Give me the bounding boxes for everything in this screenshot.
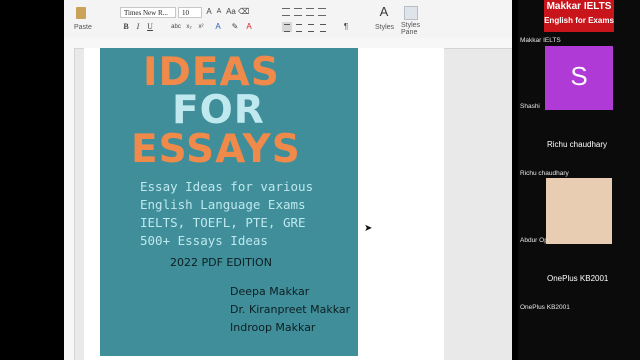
styles-pane-label: Styles Pane — [401, 22, 421, 36]
subtitle-line-2: English Language Exams — [140, 197, 306, 212]
superscript-button[interactable]: x² — [196, 22, 206, 32]
participant-name: Richu chaudhary — [520, 170, 569, 177]
participant-name: Abdur Op — [520, 237, 548, 244]
subtitle-line-1: Essay Ideas for various — [140, 179, 314, 194]
font-name-dropdown[interactable]: Times New R... — [120, 7, 176, 18]
participant-center-name: OnePlus KB2001 — [547, 274, 609, 283]
styles-label: Styles — [375, 24, 395, 31]
list-buttons-group[interactable] — [282, 6, 332, 16]
change-case-icon[interactable]: Aa — [226, 7, 236, 17]
participant-name: OnePlus KB2001 — [520, 304, 570, 311]
participant-name: Shashi — [520, 103, 540, 110]
document-page[interactable]: IDEAS FOR ESSAYS Essay Ideas for various… — [84, 48, 444, 360]
participant-tile[interactable]: S Shashi — [518, 46, 640, 112]
participant-tile[interactable]: Abdur Op — [518, 178, 640, 246]
subtitle-line-3: IELTS, TOEFL, PTE, GRE — [140, 215, 306, 230]
font-color-icon[interactable]: A — [244, 22, 254, 32]
italic-button[interactable]: I — [134, 22, 142, 32]
ribbon-toolbar: Paste Times New R... 10 A A Aa ⌫ B I U a… — [64, 0, 512, 39]
paragraph-mark-icon[interactable]: ¶ — [342, 22, 350, 32]
paste-label: Paste — [74, 24, 92, 31]
participant-tile[interactable]: Makkar IELTS English for Exams Makkar IE… — [518, 0, 640, 46]
edition-label: 2022 PDF EDITION — [170, 256, 272, 269]
mouse-cursor-icon: ➤ — [364, 223, 373, 234]
title-line-essays: ESSAYS — [131, 127, 301, 172]
vertical-ruler[interactable] — [64, 48, 75, 360]
grow-font-icon[interactable]: A — [204, 7, 214, 17]
alignment-buttons-group[interactable] — [282, 22, 338, 32]
avatar: S — [545, 46, 613, 110]
participant-tile[interactable]: OnePlus KB2001 OnePlus KB2001 — [518, 246, 640, 314]
text-effects-icon[interactable]: A — [212, 22, 224, 32]
underline-button[interactable]: U — [146, 22, 154, 32]
author-1: Deepa Makkar — [230, 285, 310, 298]
author-2: Dr. Kiranpreet Makkar — [230, 303, 351, 316]
participants-panel: Makkar IELTS English for Exams Makkar IE… — [518, 0, 640, 360]
highlight-icon[interactable]: ✎ — [230, 22, 240, 32]
author-3: Indroop Makkar — [230, 321, 316, 334]
styles-pane-icon[interactable] — [404, 6, 418, 20]
participant-tile[interactable]: Richu chaudhary Richu chaudhary — [518, 112, 640, 178]
participant-name: Makkar IELTS — [520, 37, 561, 44]
clear-format-icon[interactable]: ⌫ — [238, 7, 249, 17]
styles-icon[interactable]: A — [376, 5, 392, 19]
subtitle-line-4: 500+ Essays Ideas — [140, 233, 268, 248]
font-size-dropdown[interactable]: 10 — [178, 7, 202, 18]
subscript-button[interactable]: x₂ — [184, 22, 194, 32]
shrink-font-icon[interactable]: A — [214, 7, 224, 17]
word-window: Paste Times New R... 10 A A Aa ⌫ B I U a… — [64, 0, 512, 360]
paste-icon[interactable] — [76, 7, 86, 19]
strikethrough-button[interactable]: abc — [170, 22, 182, 32]
bold-button[interactable]: B — [122, 22, 130, 32]
book-cover-image: IDEAS FOR ESSAYS Essay Ideas for various… — [100, 48, 358, 356]
participant-center-name: Richu chaudhary — [547, 140, 608, 149]
participant-video — [546, 178, 612, 244]
makkar-ielts-logo: Makkar IELTS English for Exams — [544, 0, 614, 32]
